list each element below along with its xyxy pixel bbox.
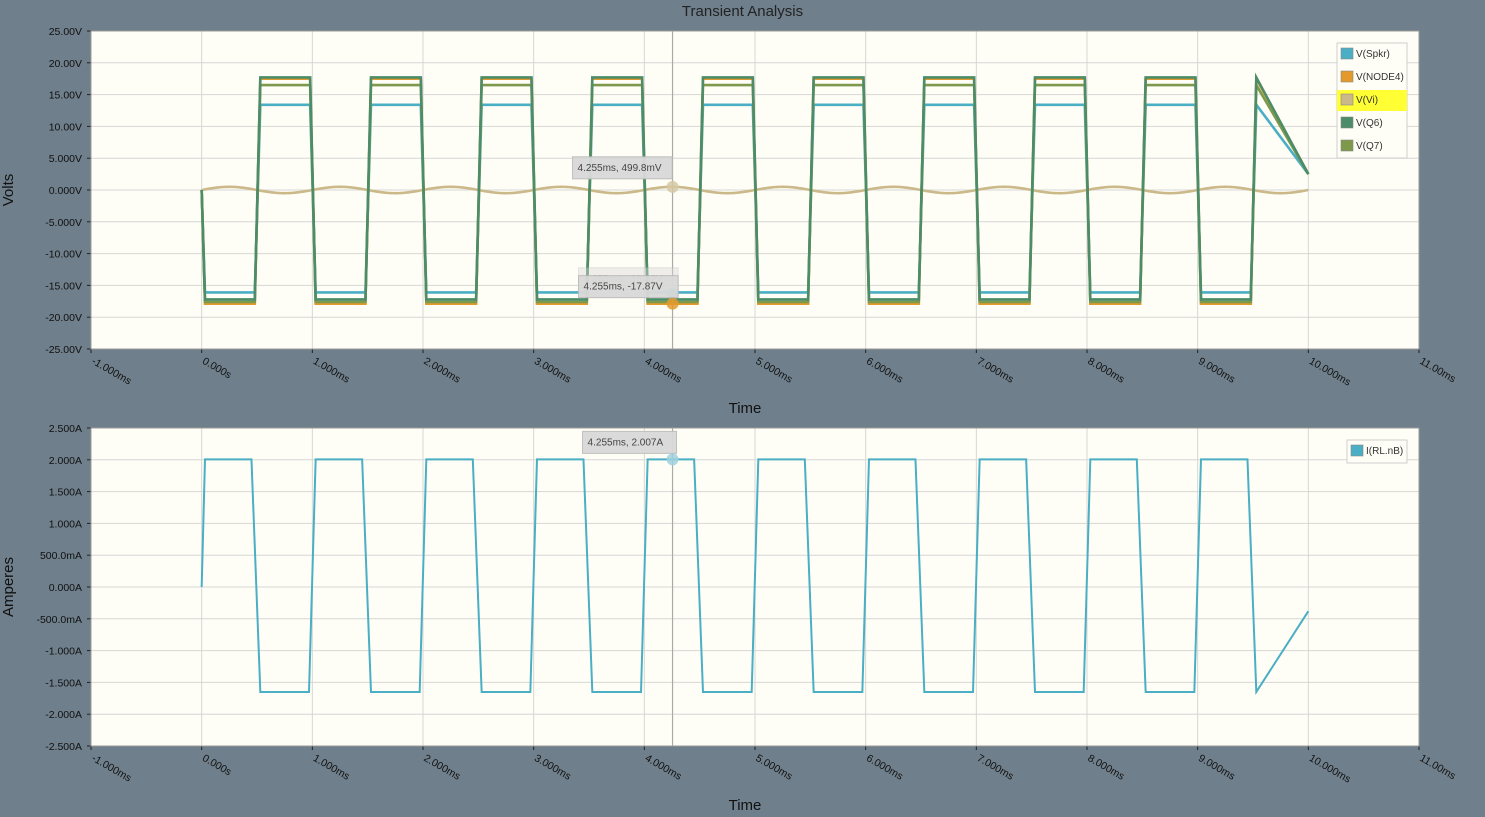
y-tick-label: -2.000A <box>45 709 82 721</box>
y-tick-label: 0.000A <box>49 582 82 594</box>
y-tick-label: 1.500A <box>49 487 82 499</box>
tooltip-text: 4.255ms, -17.87V <box>584 282 663 293</box>
legend-item[interactable]: I(RL.nB) <box>1350 444 1403 457</box>
y-tick-label: -500.0mA <box>36 614 82 626</box>
y-tick-label: -2.500A <box>45 741 82 753</box>
legend-label: I(RL.nB) <box>1366 446 1403 457</box>
y-axis-title: Amperes <box>0 557 17 617</box>
y-tick-label: -15.00V <box>45 280 82 292</box>
legend-swatch <box>1350 444 1364 457</box>
x-axis-title: Time <box>729 797 762 814</box>
y-tick-label: -10.00V <box>45 249 82 261</box>
x-tick-label: 6.000ms <box>864 355 905 386</box>
y-tick-label: -25.00V <box>45 344 82 356</box>
x-tick-label: 7.000ms <box>975 355 1016 386</box>
y-tick-label: -20.00V <box>45 312 82 324</box>
x-tick-label: 10.000ms <box>1307 752 1353 785</box>
tooltip-text: 4.255ms, 499.8mV <box>578 163 662 174</box>
x-tick-label: 2.000ms <box>422 752 463 783</box>
y-axis-title: Volts <box>0 174 17 207</box>
x-tick-label: 7.000ms <box>975 752 1016 783</box>
legend-label: V(NODE4) <box>1356 72 1404 83</box>
y-tick-label: -1.500A <box>45 677 82 689</box>
x-tick-label: 1.000ms <box>311 355 352 386</box>
x-tick-label: 8.000ms <box>1086 752 1127 783</box>
x-tick-label: 3.000ms <box>532 355 573 386</box>
x-tick-label: 11.00ms <box>1418 752 1458 782</box>
cursor-marker <box>666 297 679 310</box>
y-tick-label: 0.000V <box>49 185 82 197</box>
y-tick-label: 1.000A <box>49 518 82 530</box>
legend-label: V(Spkr) <box>1356 49 1390 60</box>
x-tick-label: 1.000ms <box>311 752 352 783</box>
cursor-marker <box>666 180 679 193</box>
x-tick-label: 5.000ms <box>754 752 795 783</box>
legend-swatch <box>1340 47 1354 60</box>
legend-item[interactable]: V(NODE4) <box>1340 70 1404 83</box>
x-tick-label: 0.000s <box>200 355 233 381</box>
legend-item[interactable]: V(Spkr) <box>1340 47 1390 60</box>
legend-swatch <box>1340 93 1354 106</box>
legend-label: V(Vi) <box>1356 95 1378 106</box>
cursor-marker <box>666 453 679 466</box>
current-chart[interactable]: -1.000ms 0.000s 1.000ms 2.000ms 3.000ms 4.000… <box>0 423 1458 814</box>
x-tick-label: 8.000ms <box>1086 355 1127 386</box>
x-tick-label: 3.000ms <box>532 752 573 783</box>
x-tick-label: 2.000ms <box>422 355 463 386</box>
tooltip-text: 4.255ms, 2.007A <box>588 437 664 448</box>
legend-label: V(Q6) <box>1356 118 1383 129</box>
x-axis-title: Time <box>729 400 762 417</box>
y-tick-label: 2.000A <box>49 455 82 467</box>
y-tick-label: 20.00V <box>49 58 82 70</box>
legend-item[interactable]: V(Q7) <box>1340 139 1383 152</box>
y-tick-label: 25.00V <box>49 26 82 38</box>
y-tick-label: 500.0mA <box>40 550 82 562</box>
legend-label: V(Q7) <box>1356 141 1383 152</box>
x-tick-label: 0.000s <box>200 752 233 778</box>
legend-item[interactable]: V(Q6) <box>1340 116 1383 129</box>
legend-swatch <box>1340 139 1354 152</box>
x-tick-label: -1.000ms <box>90 752 134 784</box>
legend-item[interactable]: V(Vi) <box>1340 93 1378 106</box>
y-tick-label: 2.500A <box>49 423 82 435</box>
x-tick-label: 5.000ms <box>754 355 795 386</box>
x-tick-label: 10.000ms <box>1307 355 1353 388</box>
y-tick-label: -1.000A <box>45 646 82 658</box>
legend-swatch <box>1340 116 1354 129</box>
x-tick-label: 11.00ms <box>1418 355 1458 385</box>
x-tick-label: 6.000ms <box>864 752 905 783</box>
y-tick-label: -5.000V <box>45 217 82 229</box>
x-tick-label: 4.000ms <box>643 355 684 386</box>
tooltip: 4.255ms, 499.8mV <box>572 156 673 180</box>
y-tick-label: 15.00V <box>49 90 82 102</box>
legend[interactable]: V(Spkr) V(NODE4) V(Vi) V(Q6) V(Q7) <box>1336 42 1408 159</box>
x-tick-label: 4.000ms <box>643 752 684 783</box>
legend[interactable]: I(RL.nB) <box>1346 439 1408 464</box>
voltage-chart[interactable]: -1.000ms 0.000s 1.000ms 2.000ms 3.000ms 4.000… <box>0 26 1458 417</box>
x-tick-label: 9.000ms <box>1196 355 1237 386</box>
x-tick-label: -1.000ms <box>90 355 134 387</box>
tooltip: 4.255ms, -17.87V <box>578 275 679 299</box>
y-tick-label: 10.00V <box>49 121 82 133</box>
legend-swatch <box>1340 70 1354 83</box>
transient-analysis-charts[interactable]: -1.000ms 0.000s 1.000ms 2.000ms 3.000ms 4.000… <box>0 0 1485 817</box>
tooltip: 4.255ms, 2.007A <box>582 430 678 454</box>
y-tick-label: 5.000V <box>49 153 82 165</box>
x-tick-label: 9.000ms <box>1196 752 1237 783</box>
